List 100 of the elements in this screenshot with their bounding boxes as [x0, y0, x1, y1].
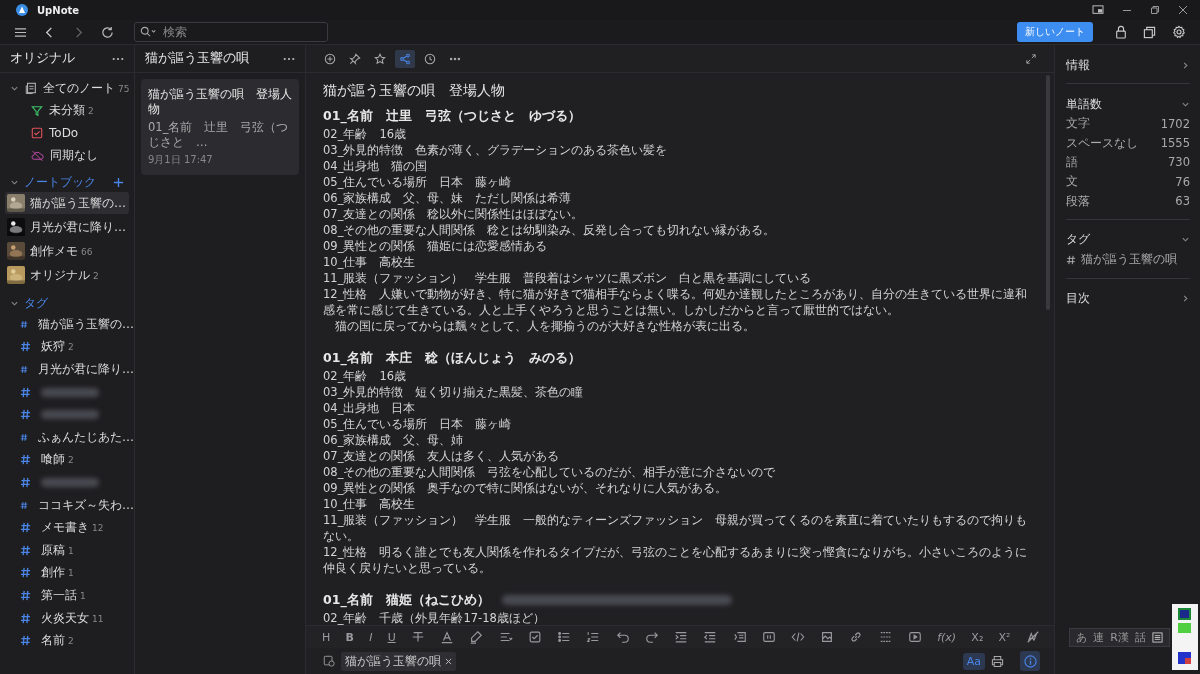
cloud-off-icon — [31, 149, 44, 162]
character-heading: 01_名前 辻里 弓弦（つじさと ゆづる） — [323, 107, 581, 125]
outdent-icon[interactable] — [703, 630, 718, 644]
color-icon[interactable] — [440, 630, 455, 644]
code-icon[interactable] — [790, 630, 805, 644]
undo-icon[interactable] — [615, 630, 630, 644]
tag-item[interactable]: メモ書き 12 — [41, 519, 104, 537]
menu-icon[interactable] — [14, 25, 27, 39]
refresh-icon[interactable] — [101, 25, 114, 39]
tag-item[interactable]: 創作 1 — [41, 564, 74, 582]
panel-title[interactable]: 単語数 — [1066, 95, 1102, 113]
redo-icon[interactable] — [644, 630, 659, 644]
stat-value: 1555 — [1160, 136, 1190, 151]
character-heading: 01_名前 猫姫（ねこひめ） — [323, 591, 490, 609]
lock-icon[interactable] — [1115, 25, 1127, 39]
tag-item[interactable]: 原稿 1 — [41, 541, 74, 559]
sidebar-item[interactable]: 同期なし — [50, 147, 98, 165]
chevron-right-icon[interactable] — [1181, 294, 1190, 304]
add-icon[interactable] — [113, 176, 124, 188]
chevron-right-icon[interactable] — [1181, 60, 1190, 70]
tag-add-icon[interactable] — [323, 655, 335, 667]
hash-icon — [20, 409, 31, 421]
link-icon[interactable] — [849, 630, 864, 644]
settings-icon[interactable] — [1172, 25, 1186, 39]
hash-icon — [20, 589, 31, 601]
note-line: 07_友達との関係 友人は多く、人気がある — [323, 448, 561, 464]
numbers-icon[interactable] — [586, 630, 601, 644]
tag-chip[interactable]: 猫が謳う玉響の唄 — [341, 651, 456, 671]
hash-icon — [20, 544, 31, 556]
close-icon[interactable] — [445, 657, 452, 665]
panel-title[interactable]: 目次 — [1066, 290, 1090, 308]
cast-icon[interactable] — [1092, 5, 1104, 15]
share-button[interactable] — [395, 49, 415, 68]
image-icon[interactable] — [820, 630, 835, 644]
stat-value: 730 — [1168, 155, 1190, 170]
tray-icons-drawing[interactable] — [1172, 604, 1198, 670]
note-line: 05_住んでいる場所 日本 藤ヶ崎 — [323, 416, 513, 432]
more-icon[interactable] — [112, 56, 124, 61]
format-button[interactable]: H — [322, 630, 331, 644]
section-title[interactable]: ノートブック — [24, 173, 96, 191]
tag-link[interactable]: 猫が謳う玉響の唄 — [1081, 252, 1177, 268]
clear-icon[interactable] — [1025, 630, 1040, 644]
tag-item[interactable]: 喰師 2 — [41, 451, 74, 469]
notebook-item[interactable]: オリジナル 2 — [5, 264, 129, 286]
align-icon[interactable] — [498, 630, 513, 644]
hash-icon — [20, 364, 28, 375]
chevron-down-icon[interactable] — [1181, 235, 1190, 245]
sidebar-item[interactable]: 全てのノート 75 — [43, 79, 130, 97]
strike-icon[interactable] — [410, 630, 425, 644]
format-button[interactable]: X² — [998, 630, 1011, 644]
search-field[interactable]: 検索 — [134, 22, 328, 42]
panel-title[interactable]: タグ — [1066, 231, 1090, 249]
checkbox-icon[interactable] — [527, 630, 542, 644]
note-line: 11_服装（ファッション） 学生服 普段着はシャツに黒ズボン 白と黒を基調にしている — [323, 270, 813, 286]
ime-mode[interactable]: あ — [1076, 630, 1088, 645]
video-icon[interactable] — [907, 630, 922, 644]
expand-icon[interactable] — [1026, 53, 1036, 64]
ime-mode[interactable]: R漢 — [1110, 630, 1129, 645]
section-title[interactable]: タグ — [24, 294, 48, 312]
format-button[interactable]: U — [387, 630, 396, 644]
format-button[interactable]: f(x) — [937, 630, 957, 644]
close-icon[interactable] — [1178, 5, 1188, 15]
tag-item[interactable]: 名前 2 — [41, 632, 74, 650]
notebook-item[interactable]: 創作メモ 66 — [5, 240, 129, 262]
bullets-icon[interactable] — [557, 630, 572, 644]
star-icon — [374, 52, 386, 65]
panel-title[interactable]: 情報 — [1066, 56, 1090, 74]
format-button[interactable]: X₂ — [971, 630, 984, 644]
tag-item[interactable]: 猫が謳う玉響の… — [38, 315, 134, 333]
note-line: 09_異性との関係 猫姫には恋愛感情ある — [323, 238, 549, 254]
print-icon[interactable] — [991, 654, 1004, 668]
quote-icon[interactable] — [732, 630, 747, 644]
add-icon — [324, 52, 336, 65]
copy-icon[interactable] — [1143, 25, 1156, 39]
hash-icon — [20, 612, 31, 624]
note-card[interactable]: 猫が謳う玉響の唄 登場人物 01_名前 辻里 弓弦（つじさと … 9月1日 17:47 — [141, 79, 299, 175]
notebook-item[interactable]: 猫が謳う玉響の… — [5, 192, 129, 214]
character-heading: 01_名前 本庄 稔（ほんじょう みのる） — [323, 349, 581, 367]
tag-item[interactable]: ふぁんたじあた… — [38, 428, 134, 446]
notebook-item[interactable]: 月光が君に降り… — [5, 216, 129, 238]
indent-icon[interactable] — [674, 630, 689, 644]
restore-icon[interactable] — [1150, 5, 1160, 15]
divider-icon[interactable] — [878, 630, 893, 644]
format-button[interactable]: I — [369, 630, 373, 644]
embed-icon[interactable] — [761, 630, 776, 644]
ime-mode[interactable]: 連 — [1093, 630, 1105, 645]
note-line: 05_住んでいる場所 日本 藤ヶ崎 — [323, 174, 513, 190]
format-button[interactable]: B — [345, 630, 354, 644]
tag-item[interactable]: 妖狩 2 — [41, 338, 74, 356]
sidebar-item[interactable]: 未分類 2 — [49, 102, 94, 120]
tag-item[interactable]: 第一話 1 — [41, 586, 86, 604]
tag-item[interactable]: 月光が君に降り… — [38, 361, 134, 378]
more-icon[interactable] — [283, 56, 295, 61]
ime-menu-icon[interactable] — [1152, 632, 1163, 643]
ime-mode[interactable]: 話 — [1135, 630, 1146, 645]
highlight-icon[interactable] — [469, 630, 484, 644]
tag-item[interactable]: ココキズ～失わ… — [38, 496, 134, 514]
tag-item[interactable]: 火炎天女 11 — [41, 609, 104, 627]
info-button[interactable] — [1020, 651, 1040, 671]
sidebar-item[interactable]: ToDo — [49, 126, 79, 141]
